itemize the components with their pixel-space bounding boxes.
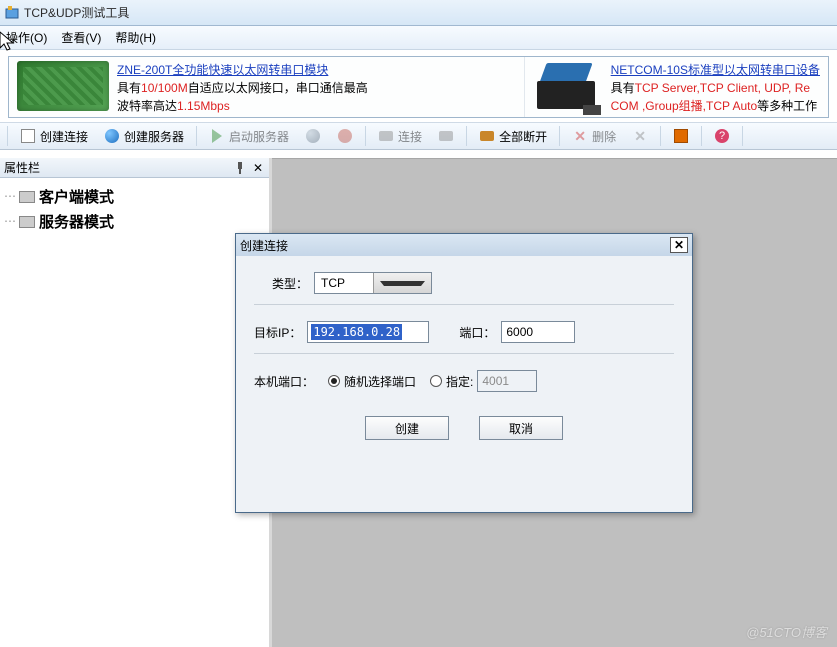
clear-icon: ✕ — [632, 128, 648, 144]
unplug-icon — [438, 128, 454, 144]
create-button[interactable]: 创建 — [365, 416, 449, 440]
create-server-button[interactable]: 创建服务器 — [97, 125, 191, 148]
stop-all-button[interactable] — [666, 125, 696, 147]
fixed-port-input[interactable] — [477, 370, 537, 392]
promo-banner: ZNE-200T全功能快速以太网转串口模块 具有10/100M自适应以太网接口，… — [8, 56, 829, 118]
chevron-down-icon[interactable] — [373, 273, 432, 293]
tree-view: ⋯ 客户端模式 ⋯ 服务器模式 — [0, 178, 269, 240]
local-port-label: 本机端口： — [254, 373, 314, 390]
banner-right: NETCOM-10S标准型以太网转串口设备 具有TCP Server,TCP C… — [525, 57, 828, 117]
document-icon — [20, 128, 36, 144]
menu-help[interactable]: 帮助(H) — [115, 29, 156, 46]
type-value: TCP — [315, 276, 373, 290]
radio-fixed-port[interactable]: 指定: — [430, 373, 473, 390]
dialog-titlebar: 创建连接 ✕ — [236, 234, 692, 256]
sidebar-header: 属性栏 ✕ — [0, 158, 269, 178]
plug-icon — [378, 128, 394, 144]
port-label: 端口： — [459, 324, 495, 341]
help-button[interactable]: ? — [707, 125, 737, 147]
dialog-close-button[interactable]: ✕ — [670, 237, 688, 253]
menu-operate[interactable]: 操作(O) — [6, 29, 47, 46]
tree-node-server[interactable]: ⋯ 服务器模式 — [4, 209, 265, 234]
separator — [254, 353, 674, 354]
stop-square-icon — [673, 128, 689, 144]
play-icon — [209, 128, 225, 144]
disconnect-all-icon — [479, 128, 495, 144]
disconnect-all-button[interactable]: 全部断开 — [472, 125, 554, 148]
menu-view[interactable]: 查看(V) — [61, 29, 101, 46]
banner-left-link[interactable]: ZNE-200T全功能快速以太网转串口模块 — [117, 63, 328, 77]
title-bar: TCP&UDP测试工具 — [0, 0, 837, 26]
start-server-button[interactable]: 启动服务器 — [202, 125, 296, 148]
cancel-button[interactable]: 取消 — [479, 416, 563, 440]
port-input[interactable] — [501, 321, 575, 343]
toolbar: 创建连接 创建服务器 启动服务器 连接 全部断开 ✕ 删除 ✕ ? — [0, 122, 837, 150]
watermark: @51CTO博客 — [746, 622, 827, 641]
banner-right-link[interactable]: NETCOM-10S标准型以太网转串口设备 — [611, 63, 820, 77]
disk-icon — [19, 216, 35, 228]
close-panel-icon[interactable]: ✕ — [251, 161, 265, 175]
globe-icon — [104, 128, 120, 144]
connect-button[interactable]: 连接 — [371, 125, 429, 148]
pcb-board-image — [17, 61, 109, 111]
window-title: TCP&UDP测试工具 — [24, 4, 129, 21]
tree-node-client[interactable]: ⋯ 客户端模式 — [4, 184, 265, 209]
disconnect-button[interactable] — [431, 125, 461, 147]
clear-button[interactable]: ✕ — [625, 125, 655, 147]
delete-button[interactable]: ✕ 删除 — [565, 125, 623, 148]
sidebar-title: 属性栏 — [4, 159, 40, 176]
cancel-icon — [337, 128, 353, 144]
pin-icon[interactable] — [233, 161, 247, 175]
dialog-title: 创建连接 — [240, 237, 288, 254]
target-ip-input[interactable]: 192.168.0.28 — [307, 321, 429, 343]
device-image — [533, 61, 603, 111]
sidebar: 属性栏 ✕ ⋯ 客户端模式 ⋯ 服务器模式 — [0, 158, 272, 647]
app-icon — [4, 5, 20, 21]
stop-server-button[interactable] — [298, 125, 328, 147]
create-connection-dialog: 创建连接 ✕ 类型： TCP 目标IP： 192.168.0.28 端口： 本机… — [235, 233, 693, 513]
disk-icon — [19, 191, 35, 203]
radio-random-port[interactable]: 随机选择端口 — [328, 373, 416, 390]
type-label: 类型： — [272, 275, 308, 292]
delete-icon: ✕ — [572, 128, 588, 144]
type-combobox[interactable]: TCP — [314, 272, 432, 294]
banner-left: ZNE-200T全功能快速以太网转串口模块 具有10/100M自适应以太网接口，… — [9, 57, 525, 117]
target-ip-label: 目标IP： — [254, 324, 301, 341]
separator — [254, 304, 674, 305]
stop-globe-icon — [305, 128, 321, 144]
question-icon: ? — [714, 128, 730, 144]
menu-bar: 操作(O) 查看(V) 帮助(H) — [0, 26, 837, 50]
create-connection-button[interactable]: 创建连接 — [13, 125, 95, 148]
stop-button[interactable] — [330, 125, 360, 147]
